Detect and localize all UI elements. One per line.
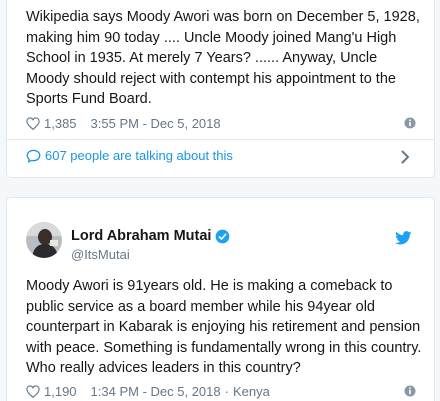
tweet-timestamp[interactable]: 3:55 PM - Dec 5, 2018 — [91, 116, 221, 131]
tweet-card: Lord Abraham Mutai @ItsMutai Moody Awori… — [6, 197, 435, 401]
comment-bubble-icon — [26, 149, 41, 163]
author-handle[interactable]: @ItsMutai — [71, 247, 130, 262]
tweet-meta: 1,190 1:34 PM - Dec 5, 2018 · Kenya — [26, 384, 270, 399]
tweet-card: Wikipedia says Moody Awori was born on D… — [6, 0, 435, 178]
tweet-location[interactable]: Kenya — [233, 384, 270, 399]
tweet-timestamp[interactable]: 1:34 PM - Dec 5, 2018 — [91, 384, 221, 399]
info-icon[interactable] — [404, 117, 416, 129]
tweet-text: Moody Awori is 91years old. He is making… — [26, 278, 422, 376]
like-count[interactable]: 1,190 — [44, 384, 77, 399]
twitter-bird-icon[interactable] — [395, 231, 412, 245]
tweet-text: Wikipedia says Moody Awori was born on D… — [26, 9, 420, 107]
verified-badge-icon — [216, 229, 230, 243]
avatar[interactable] — [26, 222, 62, 258]
card-divider — [7, 139, 434, 140]
like-count[interactable]: 1,385 — [44, 116, 77, 131]
author-name-line[interactable]: Lord Abraham Mutai — [71, 228, 230, 244]
conversation-count: 607 people are talking about this — [45, 148, 233, 163]
meta-separator: · — [224, 384, 229, 399]
heart-icon[interactable] — [26, 385, 40, 398]
tweet-meta: 1,385 3:55 PM - Dec 5, 2018 — [26, 116, 221, 131]
avatar-image — [26, 222, 62, 258]
chevron-right-icon[interactable] — [401, 150, 410, 164]
author-display-name[interactable]: Lord Abraham Mutai — [71, 228, 211, 244]
conversation-link[interactable]: 607 people are talking about this — [26, 148, 233, 163]
info-icon[interactable] — [404, 385, 416, 397]
heart-icon[interactable] — [26, 117, 40, 130]
